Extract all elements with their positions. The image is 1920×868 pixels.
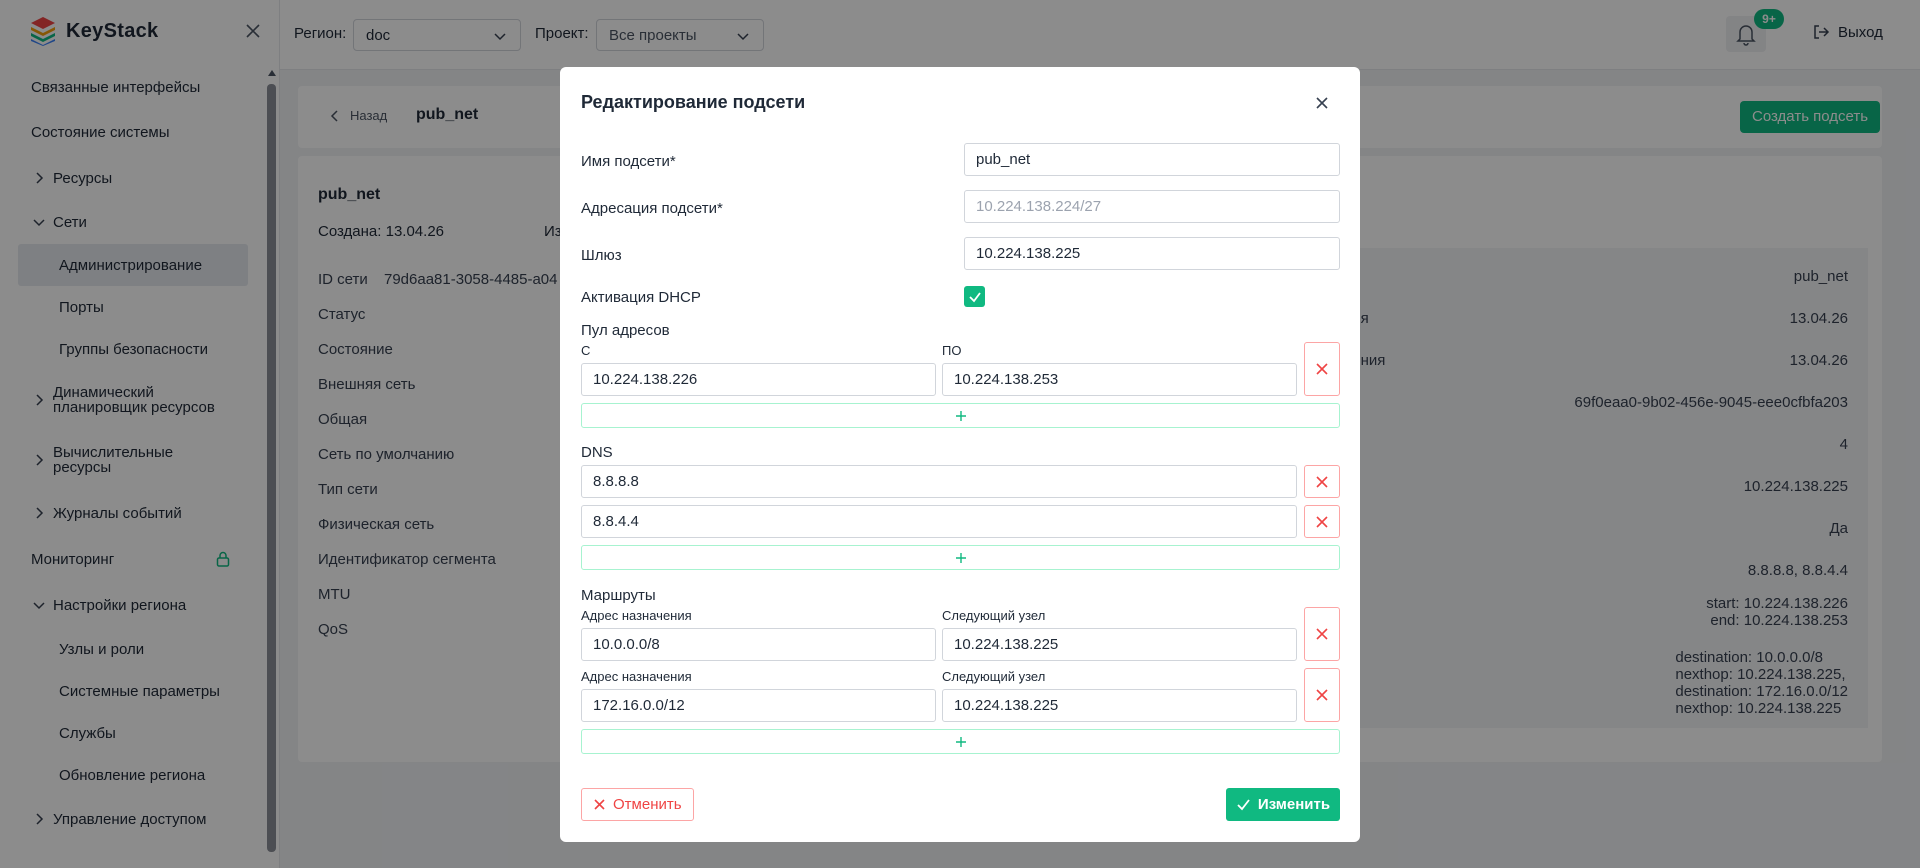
route-nexthop-label: Следующий узел [942,669,1046,684]
route-delete-button[interactable] [1304,607,1340,661]
gateway-label: Шлюз [581,247,622,264]
dhcp-checkbox[interactable] [964,286,985,307]
subnet-cidr-label: Адресация подсети* [581,200,723,217]
route-destination-label: Адрес назначения [581,669,692,684]
route-nexthop-label: Следующий узел [942,608,1046,623]
close-icon [1316,475,1328,488]
plus-icon [955,736,966,747]
modal-title: Редактирование подсети [581,92,806,112]
modal-close-button[interactable] [1312,93,1332,113]
route-nexthop-input[interactable]: 10.224.138.225 [942,628,1297,661]
check-icon [1237,799,1250,811]
cancel-label: Отменить [613,796,682,813]
submit-button[interactable]: Изменить [1226,788,1340,821]
gateway-input[interactable]: 10.224.138.225 [964,237,1340,270]
pool-add-button[interactable] [581,403,1340,428]
cancel-button[interactable]: Отменить [581,788,694,821]
route-nexthop-input[interactable]: 10.224.138.225 [942,689,1297,722]
dns-label: DNS [581,444,613,461]
subnet-name-label: Имя подсети* [581,153,676,170]
dns-delete-button[interactable] [1304,505,1340,538]
subnet-name-input[interactable]: pub_net [964,143,1340,176]
route-destination-input[interactable]: 172.16.0.0/12 [581,689,936,722]
pool-to-input[interactable]: 10.224.138.253 [942,363,1297,396]
pool-from-label: С [581,343,591,358]
dns-input[interactable]: 8.8.8.8 [581,465,1297,498]
dns-input[interactable]: 8.8.4.4 [581,505,1297,538]
plus-icon [955,410,966,421]
close-icon [1316,97,1328,109]
close-icon [1316,628,1328,640]
close-icon [1316,689,1328,701]
close-icon [594,799,605,810]
close-icon [1316,515,1328,528]
pool-to-label: ПО [942,343,962,358]
routes-label: Маршруты [581,587,656,604]
pool-from-input[interactable]: 10.224.138.226 [581,363,936,396]
dhcp-label: Активация DHCP [581,289,701,306]
plus-icon [955,552,966,563]
route-delete-button[interactable] [1304,668,1340,722]
subnet-cidr-input[interactable]: 10.224.138.224/27 [964,190,1340,223]
dns-delete-button[interactable] [1304,465,1340,498]
check-icon [968,291,981,302]
submit-label: Изменить [1257,796,1331,813]
pool-label: Пул адресов [581,322,670,339]
route-add-button[interactable] [581,729,1340,754]
edit-subnet-modal: Редактирование подсети Имя подсети* pub_… [560,67,1360,842]
route-destination-input[interactable]: 10.0.0.0/8 [581,628,936,661]
route-destination-label: Адрес назначения [581,608,692,623]
close-icon [1316,363,1328,375]
dns-add-button[interactable] [581,545,1340,570]
pool-delete-button[interactable] [1304,342,1340,396]
